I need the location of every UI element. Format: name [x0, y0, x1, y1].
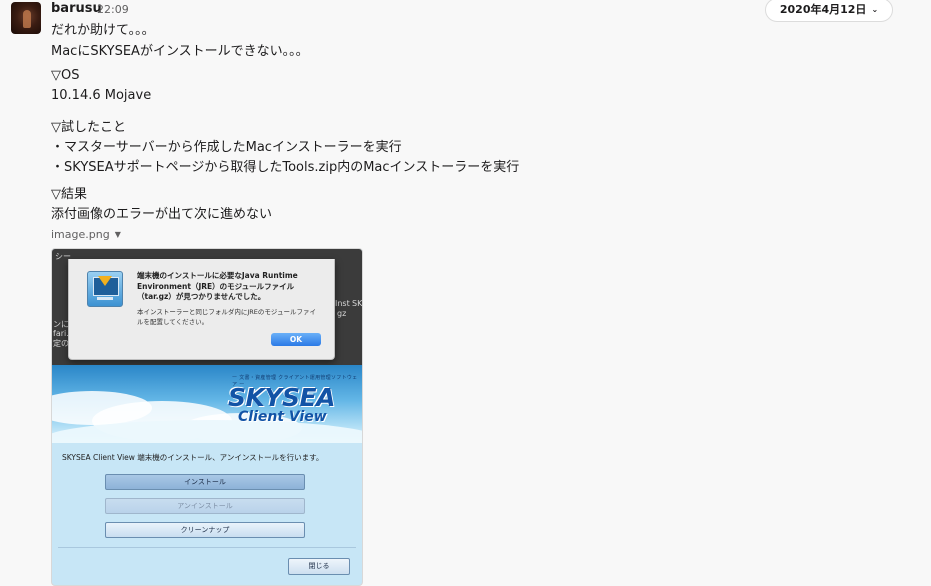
bg-text: gz: [337, 309, 347, 318]
author-name[interactable]: barusu: [51, 1, 102, 16]
chevron-down-icon: ⌄: [871, 5, 879, 14]
client-view-logo: Client View: [238, 409, 327, 425]
bg-text: SK: [352, 299, 363, 308]
divider: [58, 547, 356, 548]
error-dialog: 端末機のインストールに必要なJava Runtime Environment（J…: [68, 259, 335, 360]
bg-text: 定の: [53, 339, 69, 348]
message-line: 添付画像のエラーが出て次に進めない: [51, 207, 273, 222]
message-line: ▽試したこと: [51, 120, 126, 135]
avatar[interactable]: [11, 2, 41, 34]
dialog-title: 端末機のインストールに必要なJava Runtime Environment（J…: [137, 271, 298, 301]
dialog-message: 本インストーラーと同じフォルダ内にJREのモジュールファイルを配置してください。: [137, 308, 316, 326]
attachment-filename-text: image.png: [51, 228, 110, 241]
close-button: 閉じる: [288, 558, 350, 575]
message-line: ・SKYSEAサポートページから取得したTools.zip内のMacインストーラ…: [51, 160, 520, 175]
message-line: 10.14.6 Mojave: [51, 88, 152, 103]
bg-text: Inst: [335, 299, 350, 308]
uninstall-button: アンインストール: [105, 498, 305, 514]
install-button: インストール: [105, 474, 305, 490]
skysea-banner: ー 文書・資産管理 クライアント運用管理ソフトウェア ー SKYSEA Clie…: [52, 365, 362, 443]
message-line: ・マスターサーバーから作成したMacインストーラーを実行: [51, 140, 402, 155]
bg-text: fari.: [53, 329, 69, 338]
installer-description: SKYSEA Client View 端末機のインストール、アンインストールを行…: [62, 453, 324, 462]
ok-button: OK: [271, 333, 321, 346]
message-line: ▽結果: [51, 187, 87, 202]
caret-down-icon: ▼: [114, 230, 121, 239]
cleanup-button: クリーンナップ: [105, 522, 305, 538]
message-line: だれか助けて。。。: [51, 23, 155, 38]
timestamp[interactable]: 22:09: [97, 3, 129, 16]
date-label: 2020年4月12日: [779, 3, 867, 16]
message-line: ▽OS: [51, 68, 80, 83]
installer-icon: [87, 271, 123, 307]
date-divider-button[interactable]: 2020年4月12日 ⌄: [765, 0, 893, 22]
image-attachment[interactable]: シー Inst SK ンに gz fari. 定の 端末機のインストールに必要な…: [51, 248, 363, 586]
slack-message: barusu 22:09 2020年4月12日 ⌄ だれか助けて。。。 MacにS…: [0, 0, 931, 586]
skysea-logo: SKYSEA: [228, 383, 335, 412]
attachment-filename[interactable]: image.png ▼: [51, 228, 121, 241]
message-line: MacにSKYSEAがインストールできない。。。: [51, 44, 309, 59]
